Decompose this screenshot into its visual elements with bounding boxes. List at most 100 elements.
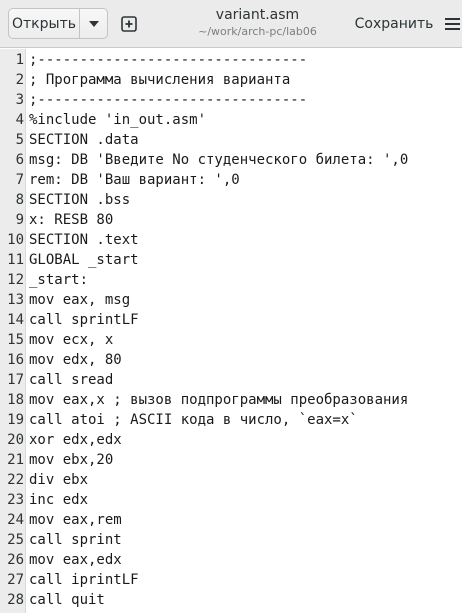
code-line[interactable]: 11 GLOBAL _start (0, 250, 462, 270)
line-number: 6 (15, 152, 24, 168)
code-line[interactable]: 8 SECTION .bss (0, 190, 462, 210)
code-editor[interactable]: 1 ;-------------------------------- 2 ; Пр… (0, 49, 462, 613)
line-text: SECTION .text (29, 232, 139, 248)
line-text: mov eax,x ; вызов подпрограммы преобразо… (29, 392, 409, 408)
code-line[interactable]: 26 mov eax,edx (0, 550, 462, 570)
line-text: rem: DB 'Ваш вариант: ',0 (29, 172, 240, 188)
line-text: mov edx, 80 (29, 352, 122, 368)
line-number: 11 (7, 252, 24, 268)
code-line[interactable]: 22 div ebx (0, 470, 462, 490)
code-line[interactable]: 15 mov ecx, x (0, 330, 462, 350)
line-number: 5 (15, 132, 24, 148)
line-text: mov eax,rem (29, 512, 122, 528)
line-text: call sread (29, 372, 114, 388)
line-number: 15 (7, 332, 24, 348)
line-text: div ebx (29, 472, 89, 488)
line-text: call iprintLF (29, 572, 139, 588)
code-line[interactable]: 2 ; Программа вычисления варианта (0, 70, 462, 90)
line-text: SECTION .data (29, 132, 139, 148)
line-text: ; Программа вычисления варианта (29, 72, 291, 88)
hamburger-menu-icon (445, 18, 460, 30)
line-number: 12 (7, 272, 24, 288)
text-editor-window: Открыть variant.asm ~/work/arch-pc/lab06… (0, 0, 462, 613)
line-text: call atoi ; ASCII кода в число, `eax=x` (29, 412, 358, 428)
line-number: 22 (7, 472, 24, 488)
code-line[interactable]: 21 mov ebx,20 (0, 450, 462, 470)
line-text: mov ecx, x (29, 332, 114, 348)
line-number: 3 (15, 92, 24, 108)
code-line[interactable]: 25 call sprint (0, 530, 462, 550)
line-number: 25 (7, 532, 24, 548)
line-number: 21 (7, 452, 24, 468)
code-line[interactable]: 16 mov edx, 80 (0, 350, 462, 370)
code-lines: 1 ;-------------------------------- 2 ; Пр… (0, 50, 462, 610)
open-button-group: Открыть (8, 8, 108, 39)
line-text: mov eax,edx (29, 552, 122, 568)
line-number: 28 (7, 592, 24, 608)
line-text: %include 'in_out.asm' (29, 112, 207, 128)
line-text: mov ebx,20 (29, 452, 114, 468)
code-line[interactable]: 23 inc edx (0, 490, 462, 510)
line-number: 10 (7, 232, 24, 248)
line-number: 2 (15, 72, 24, 88)
code-line[interactable]: 28 call quit (0, 590, 462, 610)
line-text: ;-------------------------------- (29, 52, 308, 68)
line-number: 16 (7, 352, 24, 368)
line-text: xor edx,edx (29, 432, 122, 448)
open-menu-button[interactable] (79, 9, 107, 38)
code-line[interactable]: 13 mov eax, msg (0, 290, 462, 310)
code-line[interactable]: 24 mov eax,rem (0, 510, 462, 530)
open-button[interactable]: Открыть (9, 9, 79, 38)
line-number: 27 (7, 572, 24, 588)
line-text: GLOBAL _start (29, 252, 139, 268)
code-line[interactable]: 10 SECTION .text (0, 230, 462, 250)
line-number: 13 (7, 292, 24, 308)
line-number: 4 (15, 112, 24, 128)
save-button[interactable]: Сохранить (350, 8, 438, 39)
line-text: call sprint (29, 532, 122, 548)
code-line[interactable]: 1 ;-------------------------------- (0, 50, 462, 70)
line-number: 23 (7, 492, 24, 508)
line-number: 9 (15, 212, 24, 228)
line-number: 19 (7, 412, 24, 428)
code-line[interactable]: 20 xor edx,edx (0, 430, 462, 450)
line-number: 18 (7, 392, 24, 408)
code-line[interactable]: 9 x: RESB 80 (0, 210, 462, 230)
line-number: 7 (15, 172, 24, 188)
line-number: 1 (15, 52, 24, 68)
line-number: 24 (7, 512, 24, 528)
line-text: mov eax, msg (29, 292, 131, 308)
new-tab-icon (121, 16, 137, 32)
line-text: x: RESB 80 (29, 212, 114, 228)
line-number: 26 (7, 552, 24, 568)
code-line[interactable]: 7 rem: DB 'Ваш вариант: ',0 (0, 170, 462, 190)
code-line[interactable]: 5 SECTION .data (0, 130, 462, 150)
code-line[interactable]: 3 ;-------------------------------- (0, 90, 462, 110)
line-text: call quit (29, 592, 105, 608)
code-line[interactable]: 27 call iprintLF (0, 570, 462, 590)
line-number: 20 (7, 432, 24, 448)
line-text: ;-------------------------------- (29, 92, 308, 108)
line-number: 8 (15, 192, 24, 208)
line-text: inc edx (29, 492, 89, 508)
line-text: call sprintLF (29, 312, 139, 328)
document-title: variant.asm (215, 7, 300, 23)
chevron-down-icon (88, 20, 99, 27)
code-line[interactable]: 19 call atoi ; ASCII кода в число, `eax=x… (0, 410, 462, 430)
line-text: _start: (29, 272, 89, 288)
code-line[interactable]: 12 _start: (0, 270, 462, 290)
main-menu-button[interactable] (444, 12, 462, 36)
code-line[interactable]: 14 call sprintLF (0, 310, 462, 330)
new-tab-button[interactable] (116, 11, 142, 37)
line-number: 17 (7, 372, 24, 388)
window-title: variant.asm ~/work/arch-pc/lab06 (190, 6, 325, 40)
document-path: ~/work/arch-pc/lab06 (198, 25, 317, 38)
code-line[interactable]: 4 %include 'in_out.asm' (0, 110, 462, 130)
line-number: 14 (7, 312, 24, 328)
code-line[interactable]: 17 call sread (0, 370, 462, 390)
code-line[interactable]: 18 mov eax,x ; вызов подпрограммы преобра… (0, 390, 462, 410)
code-line[interactable]: 6 msg: DB 'Введите No студенческого билет… (0, 150, 462, 170)
header-bar: Открыть variant.asm ~/work/arch-pc/lab06… (0, 0, 462, 48)
line-text: msg: DB 'Введите No студенческого билета… (29, 152, 409, 168)
line-text: SECTION .bss (29, 192, 131, 208)
